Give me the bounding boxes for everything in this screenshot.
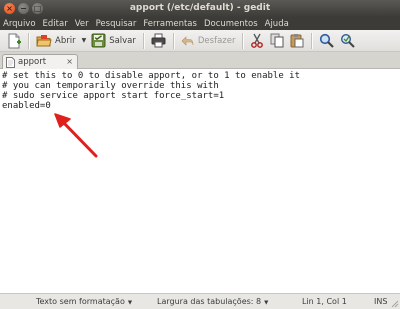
menu-arquivo[interactable]: Arquivo [3, 19, 36, 29]
save-label: Salvar [109, 35, 136, 46]
window-controls: × − □ [4, 3, 43, 14]
open-dropdown-button[interactable]: ▼ [79, 32, 89, 50]
text-editor[interactable]: # set this to 0 to disable apport, or to… [0, 69, 400, 293]
chevron-down-icon: ▼ [127, 300, 133, 306]
save-icon [91, 33, 106, 48]
close-icon[interactable]: × [66, 57, 73, 66]
undo-icon [181, 35, 194, 46]
window-title: apport (/etc/default) - gedit [129, 3, 271, 13]
scissors-icon [251, 33, 264, 48]
cut-button[interactable] [247, 32, 267, 50]
replace-icon [341, 33, 356, 48]
open-label: Abrir [55, 35, 76, 46]
menu-bar: Arquivo Editar Ver Pesquisar Ferramentas… [0, 17, 400, 30]
new-document-button[interactable] [4, 32, 24, 50]
minimize-window-button[interactable]: − [18, 3, 29, 14]
paste-icon [290, 34, 304, 48]
save-button[interactable]: Salvar [88, 32, 139, 50]
chevron-down-icon: ▼ [81, 37, 87, 44]
insert-mode: INS [374, 297, 388, 306]
toolbar-separator [28, 32, 29, 49]
tab-label: apport [18, 57, 47, 67]
undo-button[interactable]: Desfazer [178, 32, 239, 50]
undo-label: Desfazer [197, 35, 236, 46]
replace-button[interactable] [337, 32, 358, 50]
toolbar-separator [311, 32, 313, 49]
open-button[interactable]: Abrir [33, 32, 79, 50]
menu-ferramentas[interactable]: Ferramentas [143, 19, 197, 29]
menu-pesquisar[interactable]: Pesquisar [96, 19, 137, 29]
tab-width-label: Largura das tabulações: 8 [157, 297, 262, 306]
menu-ver[interactable]: Ver [75, 19, 89, 29]
toolbar-separator [172, 32, 174, 49]
document-tab-bar: apport × [0, 52, 400, 69]
new-document-icon [8, 33, 21, 48]
find-button[interactable] [316, 32, 337, 50]
close-window-button[interactable]: × [4, 3, 15, 14]
tab-apport[interactable]: apport × [2, 54, 78, 69]
cursor-position: Lin 1, Col 1 [302, 297, 347, 306]
menu-ajuda[interactable]: Ajuda [265, 19, 289, 29]
toolbar-separator [242, 32, 244, 49]
resize-grip-icon[interactable] [391, 300, 399, 308]
search-icon [320, 33, 335, 48]
title-bar[interactable]: × − □ apport (/etc/default) - gedit [0, 0, 400, 17]
status-bar: Texto sem formatação ▼ Largura das tabula… [0, 293, 400, 309]
paste-button[interactable] [287, 32, 307, 50]
menu-editar[interactable]: Editar [43, 19, 68, 29]
open-folder-icon [36, 34, 52, 46]
maximize-window-button[interactable]: □ [32, 3, 43, 14]
menu-documentos[interactable]: Documentos [204, 19, 258, 29]
print-button[interactable] [148, 32, 169, 50]
annotation-arrow [54, 113, 98, 158]
text-file-icon [6, 56, 15, 68]
copy-button[interactable] [267, 32, 287, 50]
copy-icon [270, 33, 284, 48]
syntax-selector[interactable]: Texto sem formatação ▼ [36, 297, 132, 306]
print-icon [151, 33, 166, 48]
syntax-label: Texto sem formatação [36, 297, 125, 306]
chevron-down-icon: ▼ [264, 300, 269, 306]
toolbar: Abrir ▼ Salvar Desfazer [0, 30, 400, 52]
toolbar-separator [142, 32, 144, 49]
tab-width-selector[interactable]: Largura das tabulações: 8 ▼ [157, 297, 268, 306]
